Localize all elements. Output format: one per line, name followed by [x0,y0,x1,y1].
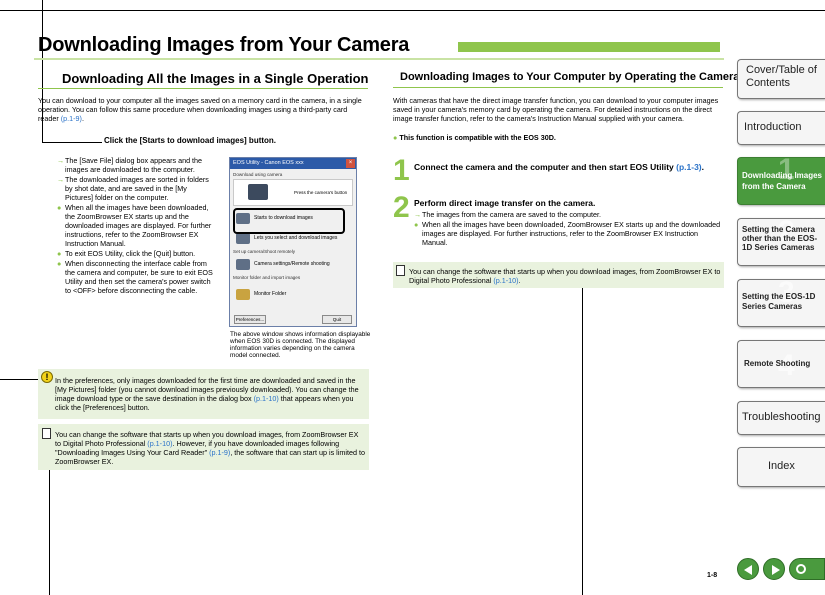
nav-index[interactable]: Index [737,447,825,487]
next-page-button[interactable] [763,558,785,580]
list-item: ● When disconnecting the interface cable … [57,259,213,295]
highlight-ring [233,208,345,234]
select-images-icon [236,232,250,244]
memo-icon [396,265,405,276]
preferences-button[interactable]: Preferences... [234,315,266,324]
instruction-click: Click the [Starts to download images] bu… [104,136,277,145]
step-2-list: → The images from the camera are saved to… [414,210,724,248]
remote-shooting-button[interactable]: Camera settings/Remote shooting [236,256,352,272]
step-number: 1 [393,154,410,187]
back-button[interactable] [789,558,825,580]
memo-icon [42,428,51,439]
camera-icon [248,184,268,200]
compat-note: ● This function is compatible with the E… [393,133,556,142]
list-item: ● To exit EOS Utility, click the [Quit] b… [57,249,196,258]
arrow-left-icon [744,565,752,575]
eos-utility-window: EOS Utility - Canon EOS xxx × Download u… [229,157,357,327]
camera-settings-icon [236,258,250,270]
page-title: Downloading Images from Your Camera [38,34,410,56]
camera-panel: Press the camera's button [233,179,353,206]
page-link[interactable]: (p.1-3) [676,162,702,172]
nav-chapter-3[interactable]: 3 Setting the EOS-1D Series Cameras [737,279,825,327]
page-link[interactable]: (p.1-10) [254,394,279,403]
memo-text: You can change the software that starts … [409,267,721,285]
folder-icon [236,288,250,300]
page-number: 1-8 [707,572,718,579]
list-item: → The images from the camera are saved to… [414,210,601,219]
list-item: → The [Save File] dialog box appears and … [57,156,203,174]
right-intro: With cameras that have the direct image … [393,96,719,123]
page-link[interactable]: (p.1-9) [61,114,82,123]
window-caption: The above window shows information displ… [230,331,371,359]
close-icon[interactable]: × [346,159,355,168]
nav-chapter-4[interactable]: 4 Remote Shooting [737,340,825,388]
return-icon [796,564,806,574]
memo-text: You can change the software that starts … [55,430,365,466]
page-top-rule [0,10,825,11]
caution-icon: ! [41,371,53,383]
dialog-section-label: Set up camera/Shoot remotely [233,249,296,254]
nav-cover-contents[interactable]: Cover/Table of Contents [737,59,825,99]
nav-chapter-1[interactable]: 1 Downloading Images from the Camera [737,157,825,205]
nav-troubleshooting[interactable]: Troubleshooting [737,401,825,435]
title-bar [458,42,720,52]
step-2-text: Perform direct image transfer on the cam… [414,198,596,208]
step-number: 2 [393,191,410,224]
callout-line [582,280,583,595]
section-rule [393,87,723,88]
page-link[interactable]: (p.1-9) [209,448,230,457]
dialog-section-label: Monitor folder and import images [233,275,301,280]
prev-page-button[interactable] [737,558,759,580]
page-link[interactable]: (p.1-10) [493,276,518,285]
list-item: ● When all the images have been downloade… [414,220,721,247]
monitor-folder-button[interactable]: Monitor Folder [236,284,352,304]
section-rule [38,88,368,89]
callout-line [0,379,40,380]
caution-text: In the preferences, only images download… [55,376,359,412]
step-1-text: Connect the camera and the computer and … [414,162,705,172]
press-camera-label: Press the camera's button [294,190,348,195]
quit-button[interactable]: Quit [322,315,352,324]
right-section-heading: Downloading Images to Your Computer by O… [400,71,740,83]
title-underline [34,58,724,60]
list-item: → The downloaded images are sorted in fol… [57,175,209,202]
callout-line [42,142,102,143]
dialog-section-label: Download using camera [233,172,283,177]
list-item: ● When all the images have been downloade… [57,203,212,248]
window-title: EOS Utility - Canon EOS xxx [230,158,356,169]
nav-introduction[interactable]: Introduction [737,111,825,145]
nav-chapter-2[interactable]: 2 Setting the Camera other than the EOS-… [737,218,825,266]
result-list: → The [Save File] dialog box appears and … [57,156,215,296]
page-link[interactable]: (p.1-10) [147,439,172,448]
arrow-right-icon [772,565,780,575]
left-intro: You can download to your computer all th… [38,96,362,123]
left-section-heading: Downloading All the Images in a Single O… [62,71,369,86]
